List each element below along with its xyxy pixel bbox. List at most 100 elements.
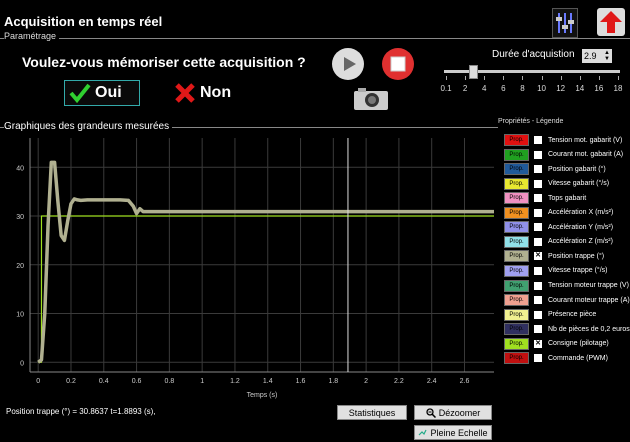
- legend-prop-button[interactable]: Prop.: [504, 352, 529, 365]
- legend-checkbox[interactable]: ✕: [534, 339, 542, 348]
- x-tick-label: 2.4: [427, 378, 437, 385]
- legend-prop-button[interactable]: Prop.: [504, 264, 529, 277]
- duration-label: Durée d'acquistion: [492, 49, 575, 60]
- legend-prop-button[interactable]: Prop.: [504, 192, 529, 205]
- parametrage-label: Paramétrage: [4, 31, 60, 41]
- full-scale-button[interactable]: Pleine Echelle: [414, 425, 492, 440]
- legend-item: Prop. Nb de pièces de 0,2 euros: [504, 323, 630, 336]
- parametrage-divider: [0, 38, 630, 39]
- slider-tick-label: 10: [537, 84, 546, 93]
- stop-icon: [390, 56, 406, 72]
- legend-prop-button[interactable]: Prop.: [504, 221, 529, 234]
- yes-button[interactable]: Oui: [64, 80, 140, 106]
- slider-tick: [446, 76, 447, 80]
- legend-checkbox[interactable]: [534, 281, 542, 290]
- legend-checkbox[interactable]: [534, 179, 542, 188]
- slider-tick-label: 12: [556, 84, 566, 93]
- legend-checkbox[interactable]: [534, 325, 542, 334]
- full-scale-label: Pleine Echelle: [430, 427, 488, 438]
- legend-prop-button[interactable]: Prop.: [504, 294, 529, 307]
- slider-tick-label: 0.1: [440, 84, 452, 93]
- legend-item: Prop. Tension moteur trappe (V): [504, 279, 629, 292]
- legend-checkbox[interactable]: [534, 150, 542, 159]
- slider-tick-label: 4: [481, 84, 487, 93]
- slider-tick: [465, 76, 467, 80]
- yes-label: Oui: [95, 84, 122, 101]
- legend-item: Prop. Vitesse trappe (°/s): [504, 264, 608, 277]
- duration-spinbox[interactable]: 2.9 ▲ ▼: [582, 49, 612, 63]
- legend-checkbox[interactable]: [534, 237, 542, 246]
- legend-checkbox[interactable]: [534, 223, 542, 232]
- legend-checkbox[interactable]: [534, 194, 542, 203]
- legend-label: Vitesse trappe (°/s): [548, 267, 608, 275]
- legend-item: Prop. ✕ Consigne (pilotage): [504, 337, 609, 350]
- y-tick-label: 40: [16, 165, 24, 172]
- legend-item: Prop. Accélération Z (m/s²): [504, 235, 613, 248]
- measurement-chart[interactable]: 0 10 20 30 40 0 0.2 0.4 0.6 0.8 1 1.2 1.4 1.6 1.8 2 2.2 2…: [0, 132, 498, 402]
- slider-tick-label: 16: [594, 84, 604, 93]
- legend-checkbox[interactable]: [534, 165, 542, 174]
- play-button[interactable]: [332, 48, 364, 80]
- legend-checkbox[interactable]: [534, 136, 542, 144]
- zoom-out-button[interactable]: Dézoomer: [414, 405, 492, 420]
- legend-prop-button[interactable]: Prop.: [504, 250, 529, 263]
- legend-item: Prop. Tension mot. gabarit (V): [504, 134, 622, 146]
- upload-arrow-icon[interactable]: [597, 8, 625, 36]
- checkmark-icon: [69, 83, 91, 103]
- legend-checkbox[interactable]: ✕: [534, 252, 542, 261]
- x-tick-label: 0: [36, 378, 40, 385]
- legend-checkbox[interactable]: [534, 266, 542, 275]
- legend-prop-button[interactable]: Prop.: [504, 206, 529, 219]
- legend-checkbox[interactable]: [534, 296, 542, 305]
- slider-tick: [598, 76, 600, 80]
- slider-tick: [484, 76, 486, 80]
- x-tick-label: 1.6: [296, 378, 306, 385]
- slider-tick: [579, 76, 581, 80]
- legend-label: Accélération Y (m/s²): [548, 223, 614, 231]
- legend-prop-button[interactable]: Prop.: [504, 134, 529, 146]
- legend-checkbox[interactable]: [534, 208, 542, 217]
- legend-label: Accélération Z (m/s²): [548, 238, 613, 246]
- legend-item: Prop. Commande (PWM): [504, 352, 608, 365]
- settings-sliders-icon[interactable]: [552, 8, 578, 38]
- legend-prop-button[interactable]: Prop.: [504, 235, 529, 248]
- legend-item: Prop. Vitesse gabarit (°/s): [504, 177, 609, 190]
- legend-label: Commande (PWM): [548, 354, 608, 362]
- stop-button[interactable]: [382, 48, 414, 80]
- legend-prop-button[interactable]: Prop.: [504, 177, 529, 190]
- x-tick-label: 1: [200, 378, 204, 385]
- statistics-button[interactable]: Statistiques: [337, 405, 407, 420]
- slider-tick: [618, 76, 619, 80]
- legend-prop-button[interactable]: Prop.: [504, 308, 529, 321]
- y-tick-label: 20: [16, 263, 24, 270]
- legend-label: Tension mot. gabarit (V): [548, 136, 623, 144]
- duration-slider-thumb[interactable]: [468, 65, 478, 79]
- legend-checkbox[interactable]: [534, 310, 542, 319]
- legend-label: Tops gabarit: [548, 194, 587, 202]
- legend-prop-button[interactable]: Prop.: [504, 148, 529, 161]
- cross-icon: [175, 83, 195, 103]
- legend-prop-button[interactable]: Prop.: [504, 337, 529, 350]
- no-button[interactable]: Non: [174, 80, 254, 106]
- legend-prop-button[interactable]: Prop.: [504, 323, 529, 336]
- legend-prop-button[interactable]: Prop.: [504, 163, 529, 176]
- legend-prop-button[interactable]: Prop.: [504, 279, 529, 292]
- statistics-label: Statistiques: [348, 407, 396, 418]
- graph-title: Graphiques des grandeurs mesurées: [4, 121, 173, 132]
- legend-checkbox[interactable]: [534, 354, 542, 363]
- spin-arrows-icon[interactable]: ▲ ▼: [604, 50, 610, 62]
- legend-label: Courant moteur trappe (A): [548, 296, 630, 304]
- camera-button[interactable]: [352, 86, 390, 112]
- magnifier-icon: [426, 407, 436, 418]
- slider-tick: [522, 76, 524, 80]
- x-tick-label: 2.6: [460, 378, 470, 385]
- slider-tick-label: 18: [613, 84, 623, 93]
- slider-tick-label: 8: [520, 84, 525, 93]
- legend-label: Position gabarit (°): [548, 165, 606, 173]
- x-tick-label: 0.8: [164, 378, 174, 385]
- no-label: Non: [200, 84, 232, 101]
- y-tick-label: 10: [16, 312, 24, 319]
- x-tick-label: 0.2: [66, 378, 76, 385]
- cursor-readout: Position trappe (°) = 30.8637 t=1.8893 (…: [6, 407, 156, 416]
- legend-label: Nb de pièces de 0,2 euros: [548, 325, 630, 333]
